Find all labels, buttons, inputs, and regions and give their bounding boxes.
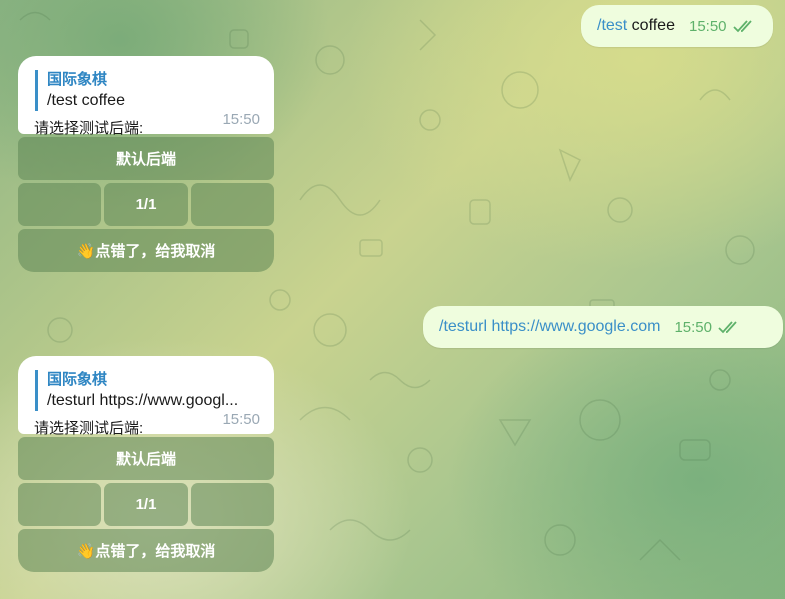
page-indicator-button[interactable]: 1/1 xyxy=(104,183,188,226)
command-link[interactable]: /testurl https://www.google.com xyxy=(439,318,660,336)
outgoing-message[interactable]: /testurl https://www.google.com 15:50 xyxy=(423,306,783,348)
quote-text: /test coffee xyxy=(47,92,125,109)
page-indicator-button[interactable]: 1/1 xyxy=(104,483,188,526)
bot-message: 国际象棋 /testurl https://www.googl... 请选择测试… xyxy=(18,356,274,572)
empty-button-right[interactable] xyxy=(190,183,274,226)
quote-text: /testurl https://www.googl... xyxy=(47,392,239,409)
message-text: coffee xyxy=(627,17,675,34)
double-check-icon xyxy=(718,321,737,334)
message-time: 15:50 xyxy=(688,17,727,35)
outgoing-message[interactable]: /test coffee 15:50 xyxy=(581,5,773,47)
cancel-button[interactable]: 👋点错了，给我取消 xyxy=(18,529,274,572)
default-backend-button[interactable]: 默认后端 xyxy=(18,437,274,480)
default-backend-button[interactable]: 默认后端 xyxy=(18,137,274,180)
bot-message-bubble[interactable]: 国际象棋 /test coffee 请选择测试后端: 15:50 xyxy=(18,56,274,137)
command-link[interactable]: /test xyxy=(597,17,627,35)
reply-quote[interactable]: 国际象棋 /test coffee xyxy=(35,70,260,111)
empty-button-left[interactable] xyxy=(18,183,102,226)
cancel-button[interactable]: 👋点错了，给我取消 xyxy=(18,229,274,272)
quote-author: 国际象棋 xyxy=(47,371,108,388)
reply-quote[interactable]: 国际象棋 /testurl https://www.googl... xyxy=(35,370,260,411)
empty-button-right[interactable] xyxy=(190,483,274,526)
bot-message-bubble[interactable]: 国际象棋 /testurl https://www.googl... 请选择测试… xyxy=(18,356,274,437)
message-time: 15:50 xyxy=(222,111,260,128)
quote-author: 国际象棋 xyxy=(47,71,108,88)
empty-button-left[interactable] xyxy=(18,483,102,526)
bot-message: 国际象棋 /test coffee 请选择测试后端: 15:50 默认后端 1/… xyxy=(18,56,274,272)
message-time: 15:50 xyxy=(674,318,712,336)
message-time: 15:50 xyxy=(222,411,260,428)
double-check-icon xyxy=(732,20,752,33)
